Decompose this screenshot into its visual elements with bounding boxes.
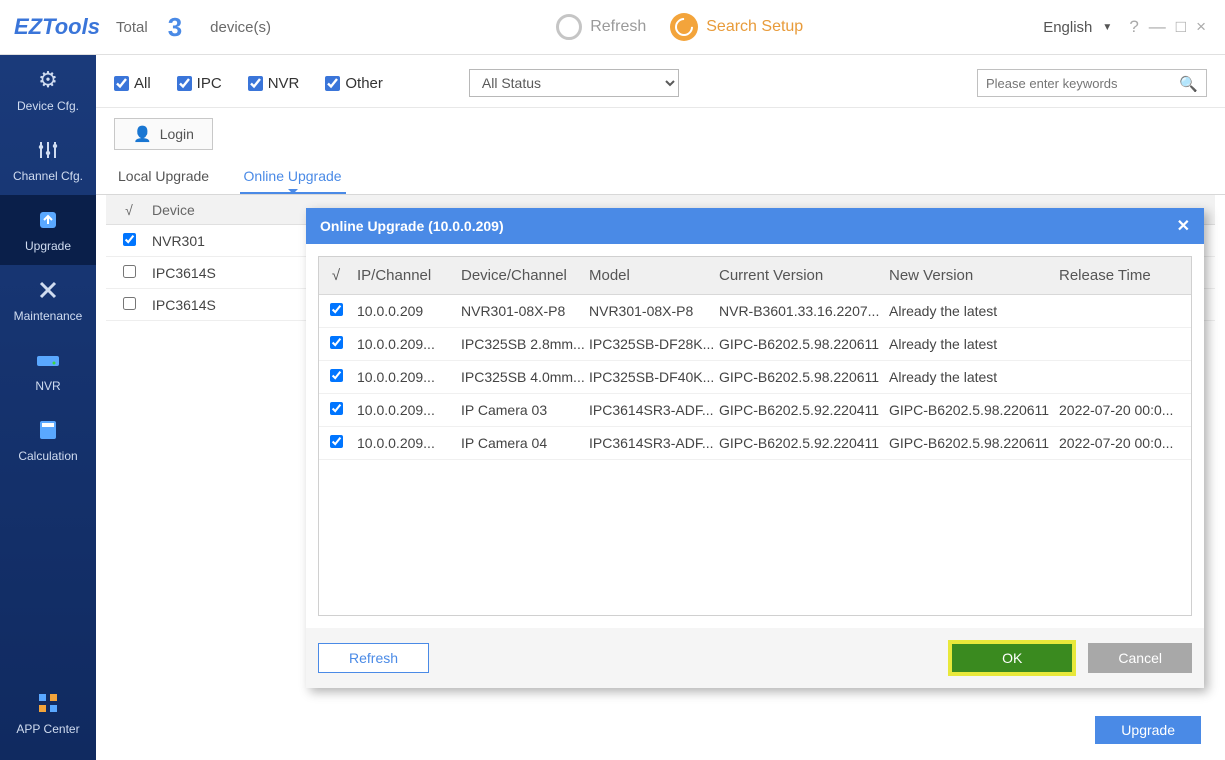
col-ip: IP/Channel	[353, 267, 461, 284]
dialog-close-button[interactable]: ✕	[1177, 216, 1190, 236]
col-check: √	[319, 267, 353, 284]
col-device: Device/Channel	[461, 267, 589, 284]
cell-release: 2022-07-20 00:0...	[1059, 435, 1183, 451]
row-checkbox[interactable]	[330, 336, 343, 349]
cell-new: Already the latest	[889, 369, 1059, 385]
cell-current: GIPC-B6202.5.98.220611	[719, 369, 889, 385]
table-row[interactable]: 10.0.0.209...IPC325SB 2.8mm...IPC325SB-D…	[319, 328, 1191, 361]
cell-model: IPC325SB-DF40K...	[589, 369, 719, 385]
cell-device: IP Camera 03	[461, 402, 589, 418]
cell-device: IPC325SB 2.8mm...	[461, 336, 589, 352]
cell-new: Already the latest	[889, 303, 1059, 319]
dialog-overlay: Online Upgrade (10.0.0.209) ✕ √ IP/Chann…	[0, 0, 1225, 760]
row-checkbox[interactable]	[330, 435, 343, 448]
cell-ip: 10.0.0.209...	[353, 336, 461, 352]
online-upgrade-dialog: Online Upgrade (10.0.0.209) ✕ √ IP/Chann…	[306, 208, 1204, 688]
col-current: Current Version	[719, 267, 889, 284]
cell-ip: 10.0.0.209...	[353, 369, 461, 385]
row-checkbox[interactable]	[330, 303, 343, 316]
cell-device: NVR301-08X-P8	[461, 303, 589, 319]
cell-new: GIPC-B6202.5.98.220611	[889, 402, 1059, 418]
table-row[interactable]: 10.0.0.209...IP Camera 04IPC3614SR3-ADF.…	[319, 427, 1191, 460]
dialog-title-bar: Online Upgrade (10.0.0.209) ✕	[306, 208, 1204, 244]
table-row[interactable]: 10.0.0.209...IP Camera 03IPC3614SR3-ADF.…	[319, 394, 1191, 427]
cell-current: GIPC-B6202.5.98.220611	[719, 336, 889, 352]
cell-model: NVR301-08X-P8	[589, 303, 719, 319]
ok-highlight: OK	[948, 640, 1076, 676]
row-checkbox[interactable]	[330, 369, 343, 382]
cell-model: IPC3614SR3-ADF...	[589, 435, 719, 451]
cell-ip: 10.0.0.209...	[353, 435, 461, 451]
cell-model: IPC3614SR3-ADF...	[589, 402, 719, 418]
cell-device: IP Camera 04	[461, 435, 589, 451]
cell-ip: 10.0.0.209	[353, 303, 461, 319]
dialog-ok-button[interactable]: OK	[952, 644, 1072, 672]
cell-current: NVR-B3601.33.16.2207...	[719, 303, 889, 319]
cell-current: GIPC-B6202.5.92.220411	[719, 402, 889, 418]
cell-model: IPC325SB-DF28K...	[589, 336, 719, 352]
cell-new: Already the latest	[889, 336, 1059, 352]
cell-current: GIPC-B6202.5.92.220411	[719, 435, 889, 451]
row-checkbox[interactable]	[330, 402, 343, 415]
dialog-refresh-button[interactable]: Refresh	[318, 643, 429, 673]
cell-ip: 10.0.0.209...	[353, 402, 461, 418]
cell-release: 2022-07-20 00:0...	[1059, 402, 1183, 418]
dialog-title: Online Upgrade (10.0.0.209)	[320, 218, 504, 234]
cell-device: IPC325SB 4.0mm...	[461, 369, 589, 385]
dialog-cancel-button[interactable]: Cancel	[1088, 643, 1192, 673]
cell-new: GIPC-B6202.5.98.220611	[889, 435, 1059, 451]
table-row[interactable]: 10.0.0.209...IPC325SB 4.0mm...IPC325SB-D…	[319, 361, 1191, 394]
table-header: √ IP/Channel Device/Channel Model Curren…	[319, 257, 1191, 295]
dialog-footer: Refresh OK Cancel	[306, 628, 1204, 688]
col-model: Model	[589, 267, 719, 284]
table-row[interactable]: 10.0.0.209NVR301-08X-P8NVR301-08X-P8NVR-…	[319, 295, 1191, 328]
col-release: Release Time	[1059, 267, 1183, 284]
upgrade-table: √ IP/Channel Device/Channel Model Curren…	[318, 256, 1192, 616]
col-new: New Version	[889, 267, 1059, 284]
